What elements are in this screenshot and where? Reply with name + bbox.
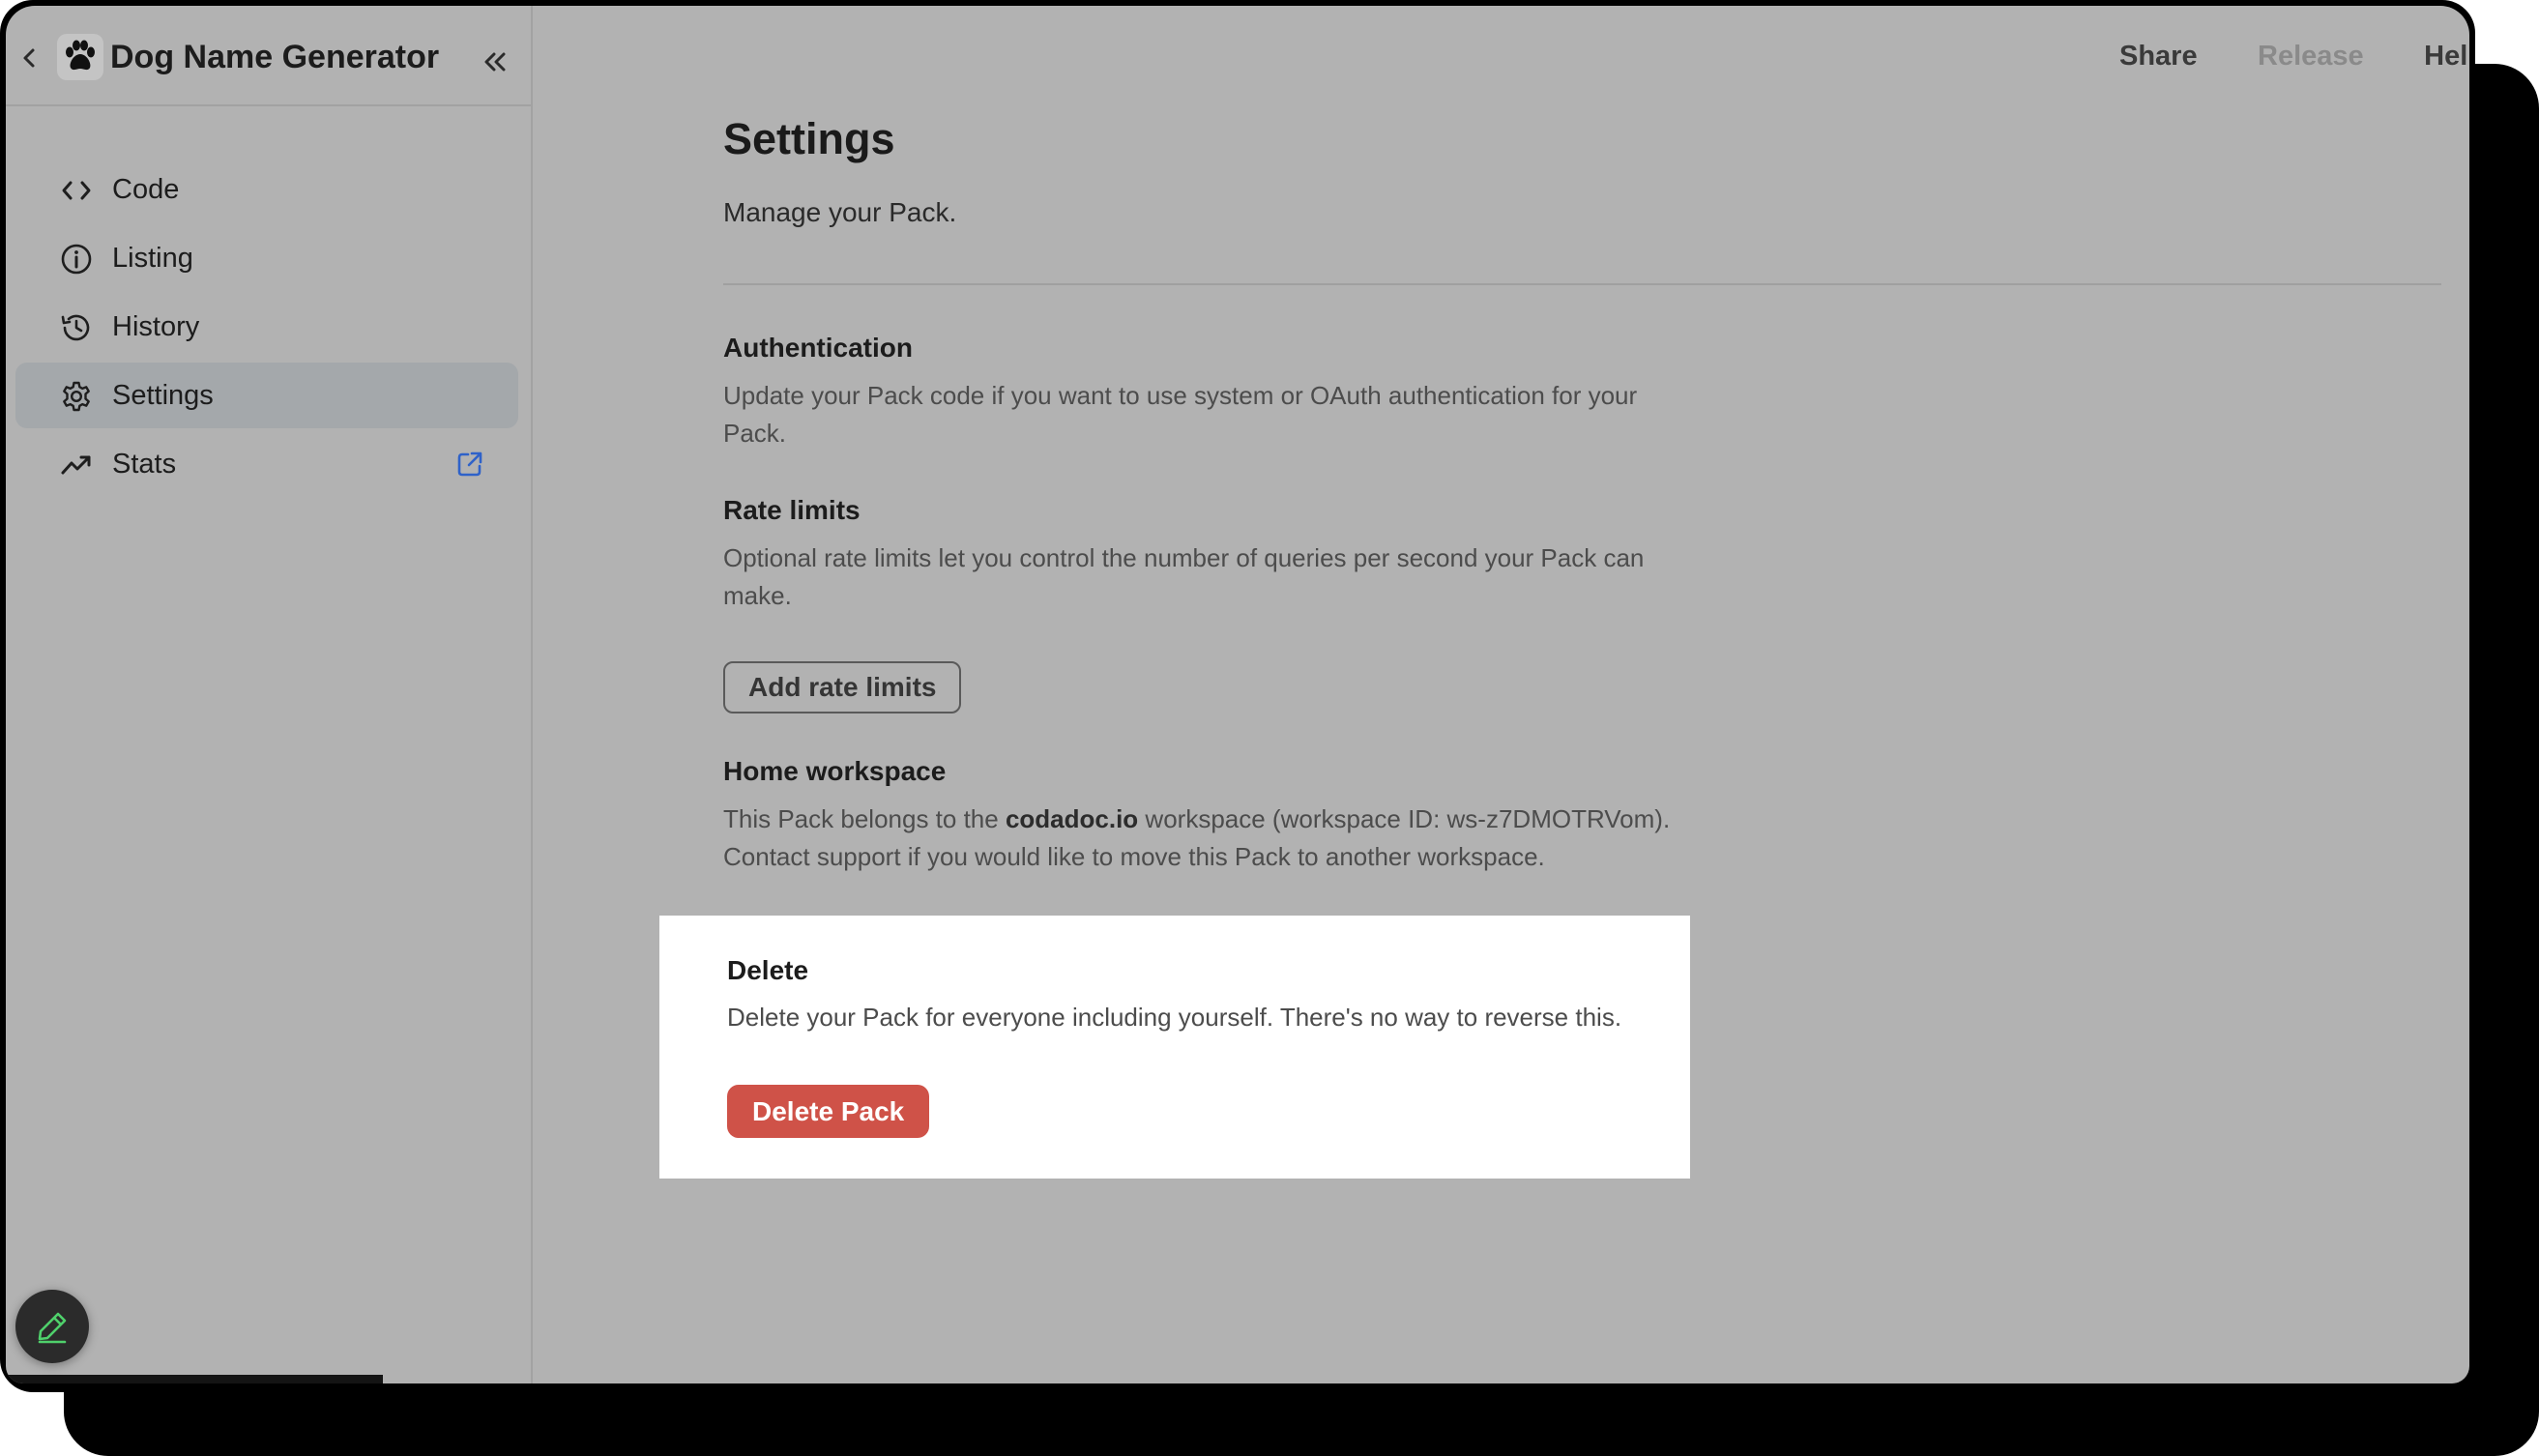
app-title: Dog Name Generator: [110, 39, 440, 75]
back-chevron-icon[interactable]: [17, 44, 41, 72]
sidebar-item-history[interactable]: History: [15, 294, 518, 360]
sidebar-item-label: History: [112, 311, 200, 342]
authentication-text: Update your Pack code if you want to use…: [723, 381, 1638, 448]
help-button[interactable]: Help: [2424, 35, 2469, 77]
app-window: Dog Name Generator Code Listing History …: [0, 0, 2475, 1392]
code-icon: [62, 181, 91, 200]
section-divider: [723, 283, 2441, 285]
rate-limits-text: Optional rate limits let you control the…: [723, 543, 1645, 610]
sidebar-item-label: Code: [112, 174, 180, 205]
home-workspace-heading: Home workspace: [723, 756, 947, 786]
app-screen: Dog Name Generator Code Listing History …: [6, 6, 2469, 1383]
authentication-heading: Authentication: [723, 333, 913, 363]
sidebar-item-settings[interactable]: Settings: [15, 363, 518, 428]
rate-limits-heading: Rate limits: [723, 495, 861, 525]
home-workspace-text-before: This Pack belongs to the: [723, 804, 1006, 833]
edit-fab-button[interactable]: [15, 1290, 89, 1363]
trending-up-icon: [61, 455, 91, 475]
pencil-icon: [38, 1312, 67, 1344]
sidebar-nav: Code Listing History Settings Stats: [15, 157, 518, 500]
sidebar-item-stats[interactable]: Stats: [15, 431, 518, 497]
sidebar-item-label: Stats: [112, 449, 177, 480]
delete-heading: Delete: [727, 955, 809, 985]
home-workspace-text: This Pack belongs to the codadoc.io work…: [723, 801, 1690, 876]
gear-icon: [63, 381, 90, 412]
sidebar-item-label: Settings: [112, 380, 214, 411]
sidebar-item-label: Listing: [112, 243, 193, 274]
page-subtitle: Manage your Pack.: [723, 197, 957, 227]
info-icon: [61, 244, 92, 275]
history-icon: [61, 314, 90, 341]
add-rate-limits-button[interactable]: Add rate limits: [723, 661, 962, 713]
collapse-sidebar-icon[interactable]: [480, 48, 511, 75]
paw-icon: [57, 34, 103, 80]
workspace-name: codadoc.io: [1005, 804, 1139, 833]
share-button[interactable]: Share: [2119, 35, 2198, 77]
delete-text: Delete your Pack for everyone including …: [727, 1003, 1622, 1032]
sidebar-header: Dog Name Generator: [6, 6, 533, 106]
sidebar-item-code[interactable]: Code: [15, 157, 518, 222]
bottom-strip: [6, 1375, 383, 1383]
release-button[interactable]: Release: [2258, 35, 2364, 77]
sidebar-item-listing[interactable]: Listing: [15, 225, 518, 291]
page-title: Settings: [723, 114, 895, 163]
external-link-icon[interactable]: [456, 451, 483, 478]
sidebar: Dog Name Generator Code Listing History …: [6, 6, 533, 1383]
top-actions: Share Release Help: [2063, 35, 2469, 77]
delete-section: Delete Delete your Pack for everyone inc…: [659, 916, 1690, 1179]
delete-pack-button[interactable]: Delete Pack: [727, 1085, 930, 1138]
